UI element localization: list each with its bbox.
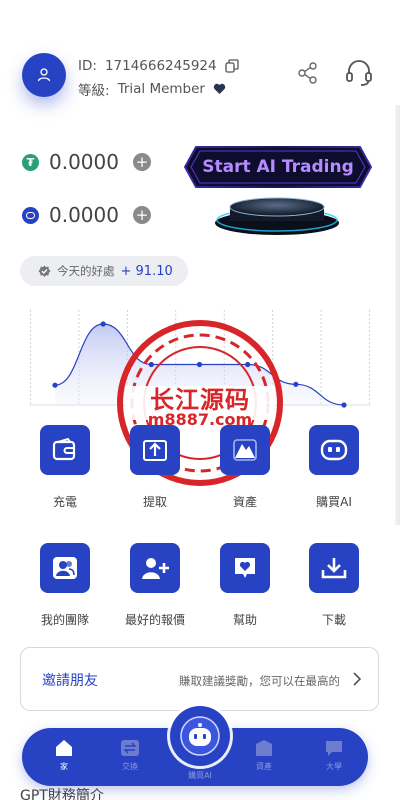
add-user-icon — [142, 558, 169, 579]
nav-buy-ai-button[interactable] — [170, 706, 230, 766]
nav-label: 交換 — [122, 762, 138, 771]
balance-amount: 0.0000 — [49, 203, 119, 227]
level-label: 等級: — [78, 83, 110, 99]
action-label: 下載 — [321, 613, 346, 627]
action-label: 最好的報價 — [124, 613, 185, 627]
user-id-row: ID: 1714666245924 — [78, 58, 239, 74]
chat-icon — [326, 741, 342, 756]
help-heart-icon — [235, 558, 255, 578]
pedestal-image — [215, 197, 339, 235]
action-buy-ai[interactable]: 購買AI — [299, 425, 369, 510]
scrollbar[interactable] — [395, 105, 400, 525]
id-value: 1714666245924 — [104, 58, 217, 74]
action-withdraw[interactable]: 提取 — [120, 425, 190, 510]
nav-home[interactable]: 家 — [39, 739, 89, 772]
chevron-right-icon — [353, 672, 362, 686]
verified-badge-icon — [38, 265, 51, 277]
action-label: 幫助 — [232, 613, 257, 627]
home-icon — [56, 740, 72, 756]
chart-point — [293, 381, 299, 387]
robot-icon — [320, 439, 348, 461]
headset-icon[interactable] — [345, 59, 373, 87]
action-recharge[interactable]: 充電 — [30, 425, 100, 510]
today-profit-value: + 91.10 — [120, 263, 173, 279]
add-funds-button[interactable]: + — [133, 206, 151, 224]
action-label: 提取 — [142, 495, 167, 509]
nav-university[interactable]: 大學 — [309, 739, 359, 772]
section-title: GPT財務簡介 — [20, 788, 104, 800]
invite-title: 邀請朋友 — [42, 673, 98, 689]
action-assets[interactable]: 資產 — [210, 425, 280, 510]
share-icon[interactable] — [298, 62, 318, 84]
exchange-icon — [121, 740, 139, 756]
user-level-row: 等級: Trial Member — [78, 79, 226, 99]
action-my-team[interactable]: 我的團隊 — [30, 543, 100, 628]
team-icon — [53, 557, 77, 579]
asset-icon — [256, 740, 272, 756]
copy-icon[interactable] — [224, 59, 239, 73]
id-label: ID: — [78, 58, 97, 74]
add-funds-button[interactable]: + — [133, 153, 151, 171]
invite-description: 賺取建議獎勵，您可以在最高的 — [179, 674, 340, 688]
coin-icon — [22, 206, 39, 224]
chart-point — [100, 321, 106, 327]
avatar[interactable] — [22, 53, 66, 97]
action-download[interactable]: 下載 — [299, 543, 369, 628]
tether-icon: ₮ — [22, 153, 39, 171]
heart-icon — [213, 83, 226, 94]
balance-amount: 0.0000 — [49, 150, 119, 174]
action-label: 資產 — [232, 495, 257, 509]
balance-coin: 0.0000 + — [22, 203, 151, 227]
wallet-icon — [52, 438, 76, 461]
nav-label: 資產 — [256, 762, 272, 771]
nav-label: 購買AI — [188, 771, 212, 780]
trade-button-label: Start AI Trading — [202, 157, 354, 177]
level-value: Trial Member — [117, 81, 205, 97]
balance-usdt: ₮ 0.0000 + — [22, 150, 151, 174]
action-help[interactable]: 幫助 — [210, 543, 280, 628]
withdraw-icon — [143, 440, 167, 461]
today-profit-badge: 今天的好處 + 91.10 — [20, 256, 188, 286]
nav-label: 大學 — [326, 762, 342, 771]
chart-point — [341, 402, 347, 408]
invite-friends-card[interactable]: 邀請朋友 賺取建議獎勵，您可以在最高的 — [20, 647, 379, 711]
nav-label: 家 — [60, 762, 68, 771]
action-best-offer[interactable]: 最好的報價 — [120, 543, 190, 628]
asset-icon — [233, 439, 257, 461]
chart-point — [52, 382, 58, 388]
nav-assets[interactable]: 資產 — [239, 739, 289, 772]
robot-icon — [180, 716, 220, 756]
today-profit-label: 今天的好處 — [57, 264, 115, 278]
action-label: 我的團隊 — [40, 613, 89, 627]
download-icon — [321, 558, 347, 579]
nav-exchange[interactable]: 交換 — [105, 739, 155, 772]
start-ai-trading-button[interactable]: Start AI Trading — [184, 146, 372, 188]
user-icon — [37, 68, 51, 82]
action-label: 充電 — [52, 495, 77, 509]
action-label: 購買AI — [316, 495, 352, 509]
